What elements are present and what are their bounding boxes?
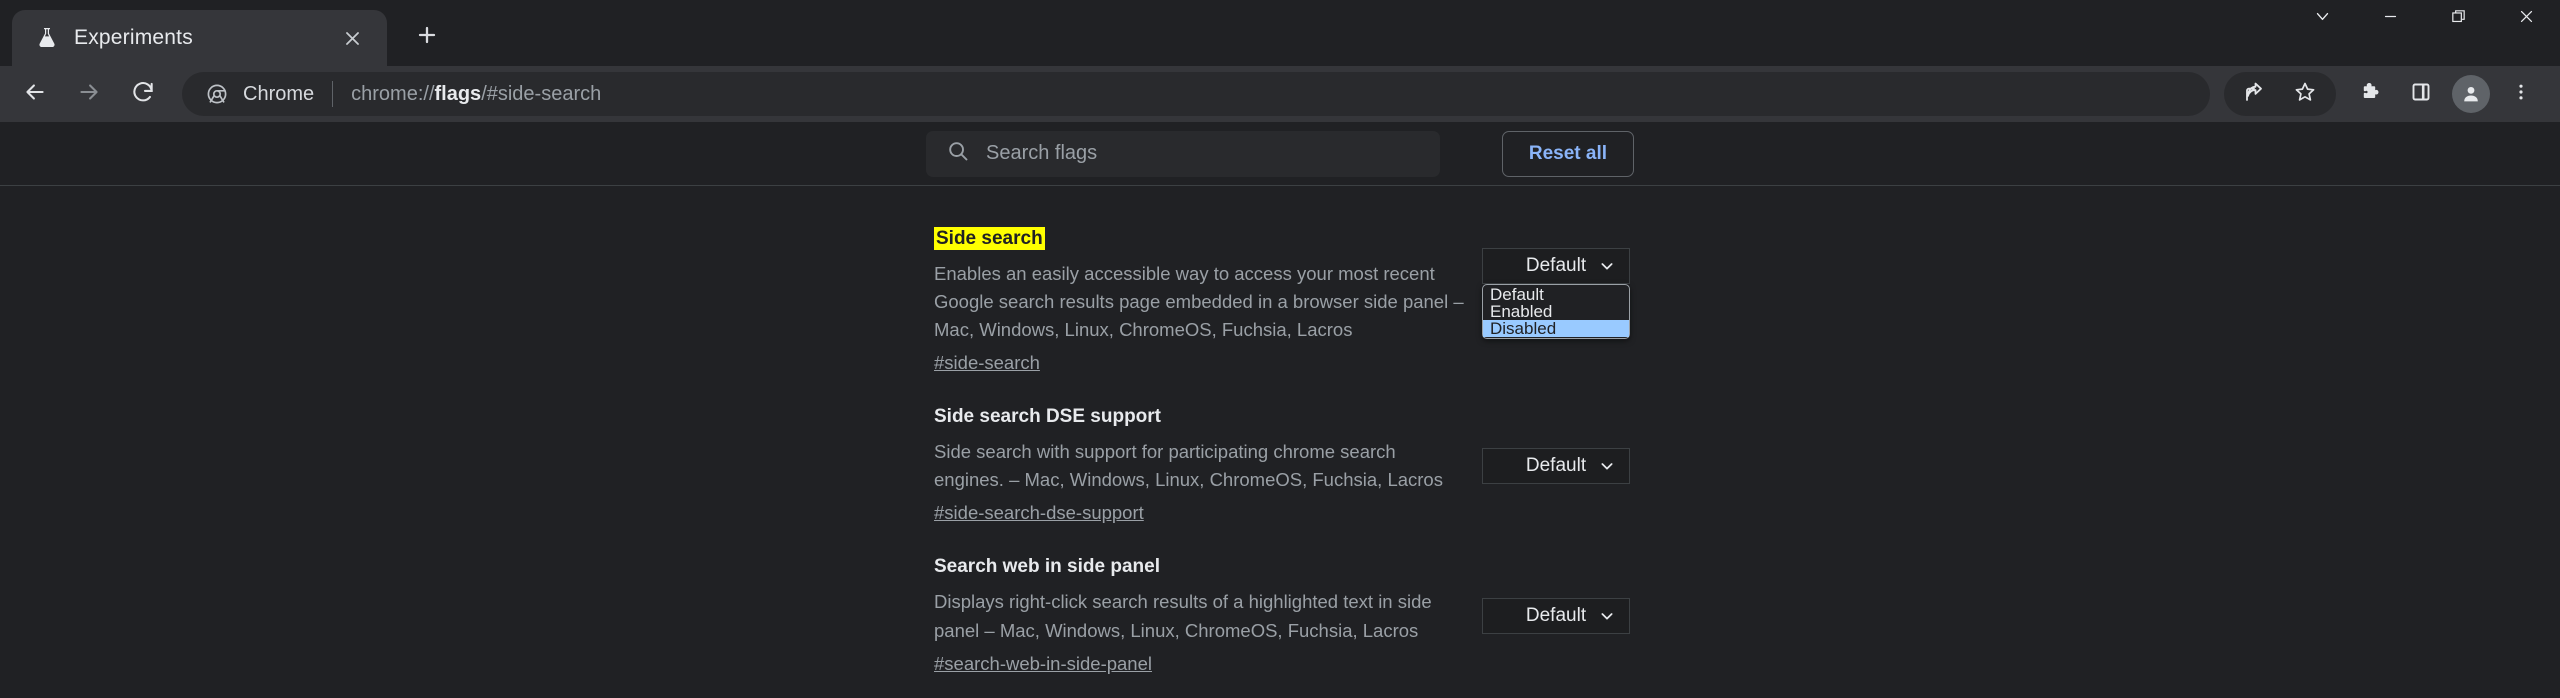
flag-anchor-link[interactable]: #side-search bbox=[934, 352, 1040, 374]
arrow-left-icon bbox=[22, 79, 48, 110]
search-icon bbox=[946, 139, 970, 168]
flag-select-value: Default bbox=[1525, 605, 1587, 627]
flag-select-dropdown[interactable]: Default Enabled Disabled bbox=[1482, 284, 1630, 339]
flag-anchor-link[interactable]: #side-search-dse-support bbox=[934, 502, 1144, 524]
chevron-down-icon bbox=[1599, 258, 1615, 274]
browser-toolbar: Chrome chrome://flags/#side-search bbox=[0, 66, 2560, 122]
flag-title: Side search DSE support bbox=[934, 406, 1162, 428]
flag-control: Default Default Enabled Disabled bbox=[1466, 226, 1634, 339]
tab-strip: Experiments bbox=[0, 0, 2560, 66]
chevron-down-icon bbox=[1599, 458, 1615, 474]
new-tab-button[interactable] bbox=[401, 11, 453, 63]
flag-select-value: Default bbox=[1525, 455, 1587, 477]
plus-icon bbox=[415, 23, 439, 52]
flag-info: Search web in side panel Displays right-… bbox=[926, 554, 1466, 674]
window-controls bbox=[2288, 0, 2560, 38]
person-icon bbox=[2464, 86, 2478, 102]
omnibox-separator bbox=[332, 81, 334, 107]
flag-description: Side search with support for participati… bbox=[934, 441, 1443, 491]
flags-page: Reset all Side search Enables an easily … bbox=[0, 122, 2560, 698]
maximize-button[interactable] bbox=[2424, 0, 2492, 38]
flag-select[interactable]: Default bbox=[1482, 448, 1630, 485]
flag-description: Enables an easily accessible way to acce… bbox=[934, 262, 1464, 341]
side-panel-icon bbox=[2409, 80, 2433, 109]
puzzle-icon bbox=[2359, 80, 2383, 109]
maximize-icon bbox=[2450, 8, 2467, 30]
chevron-down-icon bbox=[1599, 608, 1615, 624]
close-icon[interactable] bbox=[335, 21, 369, 55]
flag-title-wrap: Side search DSE support bbox=[934, 404, 1466, 431]
flag-row: Search web in side panel Displays right-… bbox=[926, 540, 1634, 690]
flag-description: Displays right-click search results of a… bbox=[934, 591, 1432, 641]
flag-info: Side search Enables an easily accessible… bbox=[926, 226, 1466, 374]
profile-avatar[interactable] bbox=[2452, 75, 2490, 113]
more-menu-button[interactable] bbox=[2496, 69, 2546, 119]
flag-control: Default bbox=[1466, 404, 1634, 485]
flag-row: Side search DSE support Side search with… bbox=[926, 390, 1634, 540]
flag-info: Side search DSE support Side search with… bbox=[926, 404, 1466, 524]
flag-row: Customize Chrome Side Panel Enables the … bbox=[926, 691, 1634, 698]
dropdown-option-disabled[interactable]: Disabled bbox=[1483, 320, 1629, 337]
forward-button[interactable] bbox=[62, 67, 116, 121]
flag-title-wrap: Side search bbox=[934, 226, 1466, 253]
flags-header: Reset all bbox=[0, 122, 2560, 186]
url-path: /#side-search bbox=[481, 82, 602, 105]
flag-select[interactable]: Default bbox=[1482, 248, 1630, 284]
flag-select-value: Default bbox=[1525, 255, 1587, 276]
toolbar-actions bbox=[2224, 69, 2546, 119]
tab-title: Experiments bbox=[74, 26, 193, 49]
chevron-down-icon bbox=[2314, 8, 2331, 30]
url-host: flags bbox=[434, 82, 482, 105]
omnibox-actions-pill bbox=[2224, 72, 2336, 116]
back-button[interactable] bbox=[8, 67, 62, 121]
minimize-icon bbox=[2382, 8, 2399, 30]
close-icon bbox=[2518, 8, 2535, 30]
close-window-button[interactable] bbox=[2492, 0, 2560, 38]
url-prefix: chrome:// bbox=[351, 82, 435, 105]
flag-title: Side search bbox=[934, 227, 1045, 250]
dropdown-option-default[interactable]: Default bbox=[1483, 286, 1629, 303]
browser-tab-experiments[interactable]: Experiments bbox=[12, 10, 387, 66]
search-input[interactable] bbox=[986, 142, 1420, 165]
reset-all-button[interactable]: Reset all bbox=[1501, 130, 1634, 177]
extensions-button[interactable] bbox=[2346, 69, 2396, 119]
omnibox-url: chrome://flags/#side-search bbox=[351, 83, 601, 106]
side-panel-button[interactable] bbox=[2396, 69, 2446, 119]
address-bar[interactable]: Chrome chrome://flags/#side-search bbox=[182, 72, 2210, 116]
flags-list: Side search Enables an easily accessible… bbox=[0, 186, 2560, 698]
minimize-button[interactable] bbox=[2356, 0, 2424, 38]
bookmark-button[interactable] bbox=[2280, 69, 2330, 119]
share-icon bbox=[2243, 80, 2267, 109]
tab-search-button[interactable] bbox=[2288, 0, 2356, 38]
dropdown-option-enabled[interactable]: Enabled bbox=[1483, 303, 1629, 320]
flag-select[interactable]: Default bbox=[1482, 598, 1630, 635]
flag-title: Search web in side panel bbox=[934, 556, 1160, 578]
star-icon bbox=[2293, 80, 2317, 109]
search-flags-box[interactable] bbox=[926, 130, 1440, 177]
more-menu-icon bbox=[2511, 82, 2531, 107]
browser-window: Experiments Chrome chrome://flags/#side-… bbox=[0, 0, 2560, 698]
arrow-right-icon bbox=[76, 79, 102, 110]
flags-header-inner: Reset all bbox=[926, 130, 1634, 177]
omnibox-chip-label: Chrome bbox=[243, 82, 315, 105]
chrome-icon bbox=[204, 81, 230, 107]
share-button[interactable] bbox=[2230, 69, 2280, 119]
flag-row: Side search Enables an easily accessible… bbox=[926, 212, 1634, 390]
reload-icon bbox=[130, 79, 156, 110]
reload-button[interactable] bbox=[116, 67, 170, 121]
flask-icon bbox=[34, 25, 60, 51]
flag-title-wrap: Search web in side panel bbox=[934, 554, 1466, 581]
flag-control: Default bbox=[1466, 554, 1634, 635]
flag-anchor-link[interactable]: #search-web-in-side-panel bbox=[934, 653, 1152, 675]
